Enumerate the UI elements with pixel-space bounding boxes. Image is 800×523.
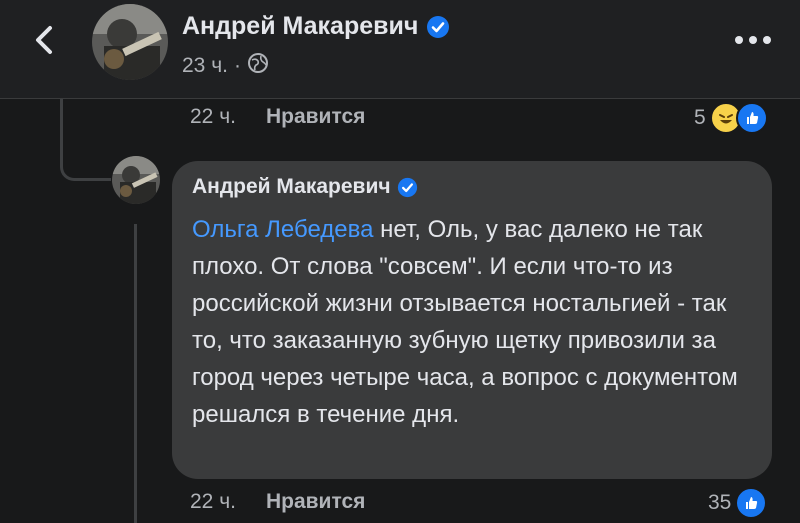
reply-actions: 22 ч. Нравится (190, 490, 365, 514)
reply-author-name[interactable]: Андрей Макаревич (192, 175, 391, 199)
reply-body: нет, Оль, у вас далеко не так плохо. От … (192, 216, 738, 428)
post-meta: 23 ч. · (182, 52, 269, 80)
reaction-count: 5 (694, 106, 706, 129)
comment-time[interactable]: 22 ч. (190, 105, 236, 129)
reply-author[interactable]: Андрей Макаревич (192, 175, 418, 199)
like-reaction-icon (735, 102, 768, 134)
reply-author-avatar[interactable] (112, 156, 160, 204)
verified-badge-icon (397, 177, 418, 198)
thread-line-curve (60, 164, 111, 181)
post-time[interactable]: 23 ч. (182, 54, 228, 78)
more-options-button[interactable] (728, 30, 778, 50)
back-button[interactable] (26, 22, 62, 58)
thread-line-vertical (60, 99, 63, 167)
thread-line-reply (134, 224, 137, 523)
post-header: Андрей Макаревич 23 ч. · (0, 0, 800, 99)
comment-actions: 22 ч. Нравится (190, 105, 365, 129)
reply-bubble: Андрей Макаревич Ольга Лебедева нет, Оль… (172, 161, 772, 479)
comment-reactions[interactable]: 5 (694, 102, 768, 134)
author-avatar[interactable] (92, 4, 168, 80)
globe-icon (247, 52, 269, 80)
author-name-text[interactable]: Андрей Макаревич (182, 12, 418, 41)
verified-badge-icon (426, 15, 450, 39)
reply-reactions[interactable]: 35 (708, 487, 768, 519)
chevron-left-icon (36, 26, 52, 54)
like-button[interactable]: Нравится (266, 105, 365, 129)
meta-separator: · (233, 54, 241, 77)
mention-link[interactable]: Ольга Лебедева (192, 216, 373, 243)
more-dots-icon (735, 36, 771, 44)
like-button[interactable]: Нравится (266, 490, 365, 514)
reply-text: Ольга Лебедева нет, Оль, у вас далеко не… (192, 211, 757, 433)
like-reaction-icon (735, 487, 768, 519)
reaction-count: 35 (708, 491, 732, 514)
reply-time[interactable]: 22 ч. (190, 490, 236, 514)
author-name[interactable]: Андрей Макаревич (182, 12, 450, 41)
